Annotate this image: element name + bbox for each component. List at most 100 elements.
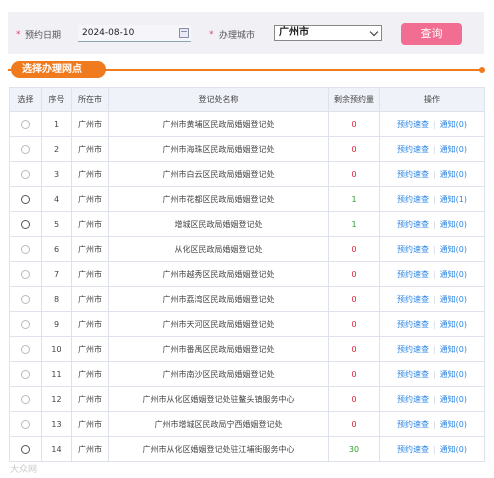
row-remain: 0 — [328, 111, 380, 137]
table-row[interactable]: 13 广州市 广州市增城区民政局宁西婚姻登记处 0 预约速查 | 通知(0) — [9, 411, 485, 437]
row-remain: 1 — [328, 186, 380, 212]
notify-link[interactable]: 通知(0) — [440, 320, 467, 329]
row-select-cell[interactable] — [9, 261, 42, 287]
row-office-name: 广州市番禺区民政局婚姻登记处 — [108, 336, 329, 362]
table-row[interactable]: 14 广州市 广州市从化区婚姻登记处驻江埔街服务中心 30 预约速查 | 通知(0) — [9, 436, 485, 462]
row-actions: 预约速查 | 通知(1) — [379, 186, 485, 212]
notify-link[interactable]: 通知(0) — [440, 370, 467, 379]
notify-link[interactable]: 通知(0) — [440, 270, 467, 279]
row-select-cell[interactable] — [9, 361, 42, 387]
quick-check-link[interactable]: 预约速查 — [397, 345, 429, 354]
table-row[interactable]: 2 广州市 广州市海珠区民政局婚姻登记处 0 预约速查 | 通知(0) — [9, 136, 485, 162]
row-radio[interactable] — [21, 444, 30, 454]
row-select-cell[interactable] — [9, 411, 42, 437]
row-remain: 0 — [328, 286, 380, 312]
action-separator: | — [432, 194, 436, 204]
row-actions: 预约速查 | 通知(0) — [379, 411, 485, 437]
row-city: 广州市 — [71, 236, 109, 262]
header-select: 选择 — [9, 87, 42, 112]
row-select-cell[interactable] — [9, 336, 42, 362]
row-city: 广州市 — [71, 186, 109, 212]
quick-check-link[interactable]: 预约速查 — [397, 245, 429, 254]
row-select-cell[interactable] — [9, 286, 42, 312]
row-radio[interactable] — [21, 194, 30, 204]
row-radio[interactable] — [21, 294, 30, 304]
notify-link[interactable]: 通知(0) — [440, 295, 467, 304]
row-select-cell[interactable] — [9, 386, 42, 412]
query-button[interactable]: 查询 — [401, 23, 462, 45]
row-select-cell[interactable] — [9, 161, 42, 187]
table-row[interactable]: 10 广州市 广州市番禺区民政局婚姻登记处 0 预约速查 | 通知(0) — [9, 336, 485, 362]
quick-check-link[interactable]: 预约速查 — [397, 170, 429, 179]
row-office-name: 广州市荔湾区民政局婚姻登记处 — [108, 286, 329, 312]
table-row[interactable]: 9 广州市 广州市天河区民政局婚姻登记处 0 预约速查 | 通知(0) — [9, 311, 485, 337]
row-radio[interactable] — [21, 144, 30, 154]
header-no: 序号 — [41, 87, 72, 112]
row-no: 2 — [41, 136, 72, 162]
row-radio[interactable] — [21, 319, 30, 329]
row-radio[interactable] — [21, 219, 30, 229]
row-city: 广州市 — [71, 361, 109, 387]
row-radio[interactable] — [21, 244, 30, 254]
quick-check-link[interactable]: 预约速查 — [397, 220, 429, 229]
quick-check-link[interactable]: 预约速查 — [397, 445, 429, 454]
quick-check-link[interactable]: 预约速查 — [397, 395, 429, 404]
table-row[interactable]: 3 广州市 广州市白云区民政局婚姻登记处 0 预约速查 | 通知(0) — [9, 161, 485, 187]
row-actions: 预约速查 | 通知(0) — [379, 336, 485, 362]
row-radio[interactable] — [21, 344, 30, 354]
row-city: 广州市 — [71, 211, 109, 237]
row-remain: 0 — [328, 236, 380, 262]
quick-check-link[interactable]: 预约速查 — [397, 420, 429, 429]
row-actions: 预约速查 | 通知(0) — [379, 136, 485, 162]
row-radio[interactable] — [21, 419, 30, 429]
city-select[interactable]: 广州市 — [274, 25, 382, 41]
row-remain: 30 — [328, 436, 380, 462]
quick-check-link[interactable]: 预约速查 — [397, 295, 429, 304]
row-radio[interactable] — [21, 169, 30, 179]
table-row[interactable]: 11 广州市 广州市南沙区民政局婚姻登记处 0 预约速查 | 通知(0) — [9, 361, 485, 387]
row-select-cell[interactable] — [9, 211, 42, 237]
row-office-name: 广州市从化区婚姻登记处驻鳌头镇服务中心 — [108, 386, 329, 412]
quick-check-link[interactable]: 预约速查 — [397, 320, 429, 329]
notify-link[interactable]: 通知(0) — [440, 220, 467, 229]
calendar-icon[interactable] — [179, 28, 189, 38]
quick-check-link[interactable]: 预约速查 — [397, 270, 429, 279]
notify-link[interactable]: 通知(0) — [440, 170, 467, 179]
notify-link[interactable]: 通知(0) — [440, 420, 467, 429]
notify-link[interactable]: 通知(0) — [440, 120, 467, 129]
row-select-cell[interactable] — [9, 111, 42, 137]
row-select-cell[interactable] — [9, 311, 42, 337]
row-select-cell[interactable] — [9, 436, 42, 462]
row-city: 广州市 — [71, 136, 109, 162]
quick-check-link[interactable]: 预约速查 — [397, 370, 429, 379]
table-row[interactable]: 12 广州市 广州市从化区婚姻登记处驻鳌头镇服务中心 0 预约速查 | 通知(0) — [9, 386, 485, 412]
row-radio[interactable] — [21, 394, 30, 404]
table-row[interactable]: 6 广州市 从化区民政局婚姻登记处 0 预约速查 | 通知(0) — [9, 236, 485, 262]
notify-link[interactable]: 通知(1) — [440, 195, 467, 204]
notify-link[interactable]: 通知(0) — [440, 345, 467, 354]
row-radio[interactable] — [21, 269, 30, 279]
notify-link[interactable]: 通知(0) — [440, 245, 467, 254]
quick-check-link[interactable]: 预约速查 — [397, 120, 429, 129]
row-no: 3 — [41, 161, 72, 187]
table-row[interactable]: 8 广州市 广州市荔湾区民政局婚姻登记处 0 预约速查 | 通知(0) — [9, 286, 485, 312]
quick-check-link[interactable]: 预约速查 — [397, 145, 429, 154]
table-row[interactable]: 5 广州市 增城区民政局婚姻登记处 1 预约速查 | 通知(0) — [9, 211, 485, 237]
row-select-cell[interactable] — [9, 136, 42, 162]
row-radio[interactable] — [21, 119, 30, 129]
row-select-cell[interactable] — [9, 186, 42, 212]
notify-link[interactable]: 通知(0) — [440, 445, 467, 454]
quick-check-link[interactable]: 预约速查 — [397, 195, 429, 204]
table-row[interactable]: 1 广州市 广州市黄埔区民政局婚姻登记处 0 预约速查 | 通知(0) — [9, 111, 485, 137]
notify-link[interactable]: 通知(0) — [440, 145, 467, 154]
notify-link[interactable]: 通知(0) — [440, 395, 467, 404]
row-radio[interactable] — [21, 369, 30, 379]
row-remain: 0 — [328, 136, 380, 162]
section-dot — [479, 67, 485, 73]
table-row[interactable]: 4 广州市 广州市花都区民政局婚姻登记处 1 预约速查 | 通知(1) — [9, 186, 485, 212]
row-select-cell[interactable] — [9, 236, 42, 262]
row-office-name: 从化区民政局婚姻登记处 — [108, 236, 329, 262]
row-city: 广州市 — [71, 311, 109, 337]
table-row[interactable]: 7 广州市 广州市越秀区民政局婚姻登记处 0 预约速查 | 通知(0) — [9, 261, 485, 287]
date-input[interactable] — [78, 25, 191, 42]
